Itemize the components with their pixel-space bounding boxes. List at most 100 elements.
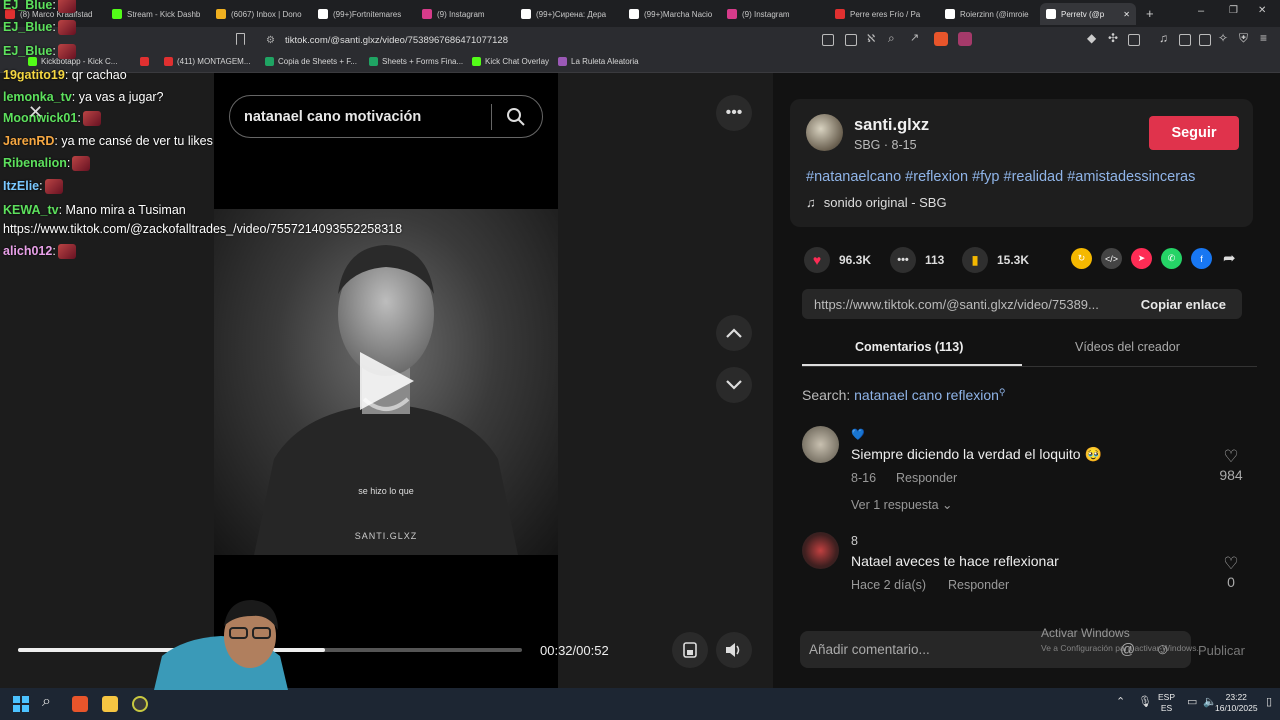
extensions-icon[interactable]: ✣ [1108, 31, 1118, 45]
chat-username[interactable]: KEWA_tv [3, 203, 59, 217]
close-window-button[interactable]: ✕ [1258, 5, 1266, 16]
creator-username[interactable]: santi.glxz [854, 116, 929, 135]
comment-like-button[interactable]: ♡ 984 [1211, 447, 1251, 483]
embed-icon[interactable]: </> [1101, 248, 1122, 269]
music-icon[interactable]: ♫ [1159, 31, 1168, 45]
bookmark-icon[interactable] [236, 33, 245, 45]
next-video-button[interactable] [716, 367, 752, 403]
search-suggestion[interactable]: Search: natanael cano reflexion⚲ [802, 387, 1006, 403]
bookmark-item[interactable]: Kick Chat Overlay [472, 57, 549, 66]
minimize-button[interactable]: – [1198, 5, 1204, 17]
bookmark-item[interactable]: Copia de Sheets + F... [265, 57, 357, 66]
chat-username[interactable]: EJ_Blue [3, 20, 52, 34]
previous-video-button[interactable] [716, 315, 752, 351]
video-search-bar[interactable]: natanael cano motivación [229, 95, 543, 138]
comment-author[interactable]: 💙 [851, 428, 865, 441]
pip-button[interactable] [672, 632, 708, 668]
taskbar-clock[interactable]: 23:22 16/10/2025 [1215, 692, 1258, 714]
browser-tab[interactable]: (99+)Marcha Nacio [629, 5, 719, 23]
send-to-friends-icon[interactable]: ➤ [1131, 248, 1152, 269]
comment-like-button[interactable]: ♡ 0 [1211, 554, 1251, 590]
whatsapp-icon[interactable]: ✆ [1161, 248, 1182, 269]
tray-chevron-up-icon[interactable]: ⌃ [1116, 695, 1125, 708]
facebook-icon[interactable]: f [1191, 248, 1212, 269]
menu-icon[interactable]: ≡ [1260, 31, 1267, 45]
browser-tab[interactable]: Perretv (@p ✕ [1040, 3, 1136, 25]
brave-taskbar-icon[interactable] [72, 696, 88, 712]
search-suggestion-term[interactable]: natanael cano reflexion [854, 387, 999, 403]
like-stat[interactable]: ♥ 96.3K [804, 247, 871, 273]
reader-icon[interactable] [822, 34, 834, 46]
repost-icon[interactable]: ↻ [1071, 248, 1092, 269]
zoom-icon[interactable]: ⌕ [888, 31, 895, 46]
browser-tab[interactable]: (99+)Fortnitemares [318, 5, 414, 23]
search-taskbar-icon[interactable]: ⌕ [42, 693, 51, 711]
video-hashtags[interactable]: #natanaelcano #reflexion #fyp #realidad … [806, 169, 1195, 185]
split-view-icon[interactable] [1179, 34, 1191, 46]
chat-username[interactable]: ItzElie [3, 179, 39, 193]
chat-username[interactable]: 19gatito19 [3, 68, 65, 82]
comment-stat[interactable]: ••• 113 [890, 247, 944, 273]
copy-link-button[interactable]: Copiar enlace [1125, 297, 1242, 312]
follow-button[interactable]: Seguir [1149, 116, 1239, 150]
browser-tab[interactable]: (9) Instagram [727, 5, 827, 23]
wallet-card-icon[interactable] [1199, 34, 1211, 46]
notifications-icon[interactable]: ▯ [1266, 695, 1272, 708]
search-icon[interactable] [506, 107, 526, 127]
browser-tab[interactable]: Stream - Kick Dashb [112, 5, 208, 23]
tab-creator-videos[interactable]: Vídeos del creador [1075, 340, 1180, 354]
chat-username[interactable]: JarenRD [3, 134, 54, 148]
search-query[interactable]: natanael cano motivación [244, 109, 491, 125]
browser-tab[interactable]: Roierzinn (@imroie [945, 5, 1033, 23]
sound-link[interactable]: ♫ sonido original - SBG [806, 195, 947, 210]
maximize-button[interactable]: ❐ [1229, 5, 1238, 16]
brave-shields-icon[interactable] [934, 32, 948, 46]
play-icon[interactable] [360, 352, 414, 410]
site-info-icon[interactable]: ⚙ [266, 35, 275, 46]
browser-tab[interactable]: Perre eres Frío / Pa [835, 5, 937, 23]
app-taskbar-icon[interactable] [132, 696, 148, 712]
new-tab-icon[interactable]: + [1146, 6, 1154, 21]
vpn-icon[interactable]: ⛨ [1239, 31, 1248, 46]
wallet-icon[interactable]: ◆ [1087, 31, 1096, 45]
cast-icon[interactable] [845, 34, 857, 46]
save-stat[interactable]: ▮ 15.3K [962, 247, 1029, 273]
browser-tab[interactable]: (9) Instagram [422, 5, 514, 23]
close-overlay-icon[interactable]: ✕ [28, 102, 43, 123]
bookmark-item[interactable]: Sheets + Forms Fina... [369, 57, 463, 66]
browser-tab[interactable]: (99+)Сирена: Дера [521, 5, 621, 23]
chat-username[interactable]: Ribenalion [3, 156, 67, 170]
windows-start-icon[interactable] [13, 696, 29, 712]
creator-avatar[interactable] [806, 114, 843, 151]
chat-username[interactable]: alich012 [3, 244, 52, 258]
tab-comments[interactable]: Comentarios (113) [855, 340, 963, 354]
chat-username[interactable]: EJ_Blue [3, 0, 52, 12]
sidebar-icon[interactable] [1128, 34, 1140, 46]
share-page-icon[interactable]: ↗ [910, 31, 919, 44]
network-icon[interactable]: ▭ [1187, 695, 1197, 708]
file-explorer-icon[interactable] [102, 696, 118, 712]
reply-button[interactable]: Responder [948, 578, 1009, 592]
browser-tab[interactable]: (6067) Inbox | Dono [216, 5, 312, 23]
comment-avatar[interactable] [802, 532, 839, 569]
reply-button[interactable]: Responder [896, 471, 957, 485]
share-arrow-icon[interactable]: ➦ [1223, 249, 1236, 267]
bookmark-item[interactable]: La Ruleta Aleatoria [558, 57, 639, 66]
view-replies-button[interactable]: Ver 1 respuesta ⌄ [851, 497, 953, 512]
rewards-icon[interactable] [958, 32, 972, 46]
close-tab-icon[interactable]: ✕ [1123, 10, 1130, 19]
language-indicator[interactable]: ESP ES [1158, 692, 1175, 714]
url-field[interactable]: ⚙ tiktok.com/@santi.glxz/video/753896768… [258, 30, 810, 50]
video-link-text[interactable]: https://www.tiktok.com/@santi.glxz/video… [814, 297, 1125, 312]
bookmark-item[interactable]: (411) MONTAGEM... [164, 57, 251, 66]
microphone-icon[interactable]: 🎙 [1138, 695, 1152, 708]
comment-avatar[interactable] [802, 426, 839, 463]
chat-username[interactable]: EJ_Blue [3, 44, 52, 58]
comment-author[interactable]: 8 [851, 534, 858, 548]
translate-icon[interactable]: ℵ [867, 32, 875, 45]
publish-button[interactable]: Publicar [1198, 643, 1245, 658]
bookmark-item[interactable] [140, 57, 153, 66]
volume-button[interactable] [716, 632, 752, 668]
leo-ai-icon[interactable]: ✧ [1218, 31, 1228, 45]
more-options-icon[interactable]: ••• [716, 95, 752, 131]
